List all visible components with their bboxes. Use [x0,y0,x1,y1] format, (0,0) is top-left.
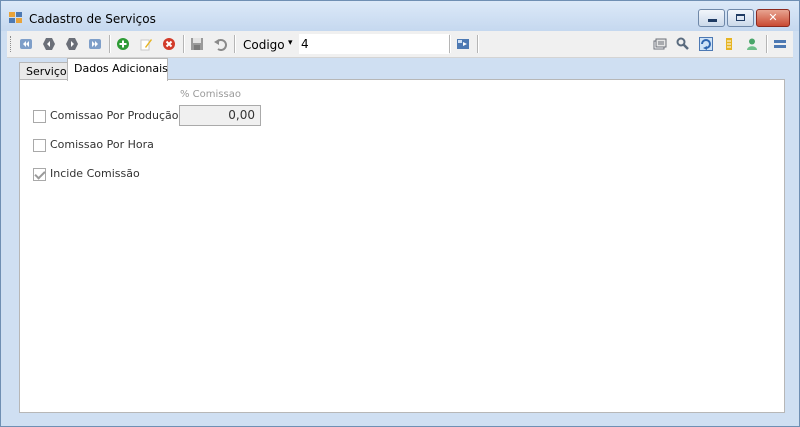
close-icon: ✕ [768,11,778,24]
toolbar-separator [234,35,236,53]
window-title: Cadastro de Serviços [29,12,156,26]
list-icon[interactable] [653,37,667,51]
app-window: Cadastro de Serviços ✕ Codigo ▾ Serv [0,0,800,427]
comissao-producao-checkbox[interactable] [33,110,46,123]
next-record-icon[interactable] [65,37,79,51]
tab-servico[interactable]: Serviço [19,62,68,80]
toolbar: Codigo ▾ [7,31,793,58]
toolbar-separator [477,35,479,53]
menu-icon[interactable] [773,37,787,51]
add-icon[interactable] [116,37,130,51]
codigo-input[interactable] [299,34,449,54]
tab-dados-adicionais[interactable]: Dados Adicionais [67,58,168,81]
comissao-producao-label[interactable]: Comissao Por Produção [50,109,179,122]
percent-comissao-field[interactable]: 0,00 [179,105,261,126]
save-icon[interactable] [190,37,204,51]
toolbar-separator [449,35,451,53]
comissao-hora-checkbox[interactable] [33,139,46,152]
maximize-button[interactable] [727,9,754,27]
user-icon[interactable] [745,37,759,51]
incide-comissao-label[interactable]: Incide Comissão [50,167,140,180]
tab-strip: Serviço Dados Adicionais [19,58,799,81]
previous-record-icon[interactable] [42,37,56,51]
toolbar-separator [109,35,111,53]
minimize-icon [708,19,717,22]
app-icon [9,12,23,24]
close-button[interactable]: ✕ [756,9,790,27]
toolbar-grip[interactable] [10,36,13,52]
edit-icon[interactable] [139,37,153,51]
refresh-icon[interactable] [699,37,713,51]
search-icon[interactable] [676,37,690,51]
toolbar-separator [183,35,185,53]
undo-icon[interactable] [213,37,227,51]
percent-comissao-label: % Comissao [180,89,241,100]
cancel-icon[interactable] [162,37,176,51]
minimize-button[interactable] [698,9,725,27]
jump-icon[interactable] [456,37,470,51]
maximize-icon [736,14,745,21]
incide-comissao-checkbox[interactable] [33,168,46,181]
title-bar: Cadastro de Serviços ✕ [1,1,799,31]
comissao-hora-label[interactable]: Comissao Por Hora [50,138,154,151]
last-record-icon[interactable] [88,37,102,51]
toolbar-separator [766,35,768,53]
dados-adicionais-panel: % Comissao 0,00 Comissao Por Produção Co… [19,79,785,413]
report-icon[interactable] [722,37,736,51]
chevron-down-icon[interactable]: ▾ [288,38,293,48]
codigo-label[interactable]: Codigo [243,38,285,52]
first-record-icon[interactable] [19,37,33,51]
